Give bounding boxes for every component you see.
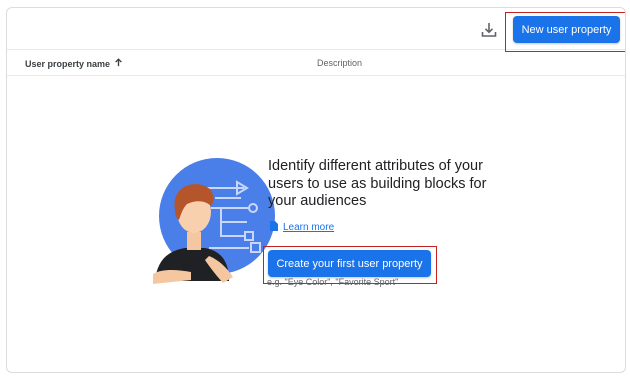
download-icon[interactable] (479, 20, 499, 40)
document-icon (270, 221, 278, 234)
create-first-user-property-button[interactable]: Create your first user property (268, 250, 431, 277)
user-properties-panel: New user property User property name Des… (6, 7, 626, 373)
column-header-description: Description (317, 58, 363, 68)
sort-ascending-icon (114, 58, 123, 69)
table-header: User property name Description (7, 50, 625, 76)
learn-more-label: Learn more (283, 222, 335, 233)
user-attributes-illustration (149, 156, 277, 286)
column-header-name-label: User property name (25, 58, 111, 69)
new-user-property-button[interactable]: New user property (513, 16, 620, 43)
column-header-name[interactable]: User property name (25, 58, 123, 69)
learn-more-link[interactable]: Learn more (270, 221, 334, 234)
example-hint: e.g. "Eye Color", "Favorite Sport" (267, 277, 399, 287)
empty-state-message: Identify different attributes of your us… (268, 158, 487, 209)
toolbar: New user property (7, 8, 625, 52)
